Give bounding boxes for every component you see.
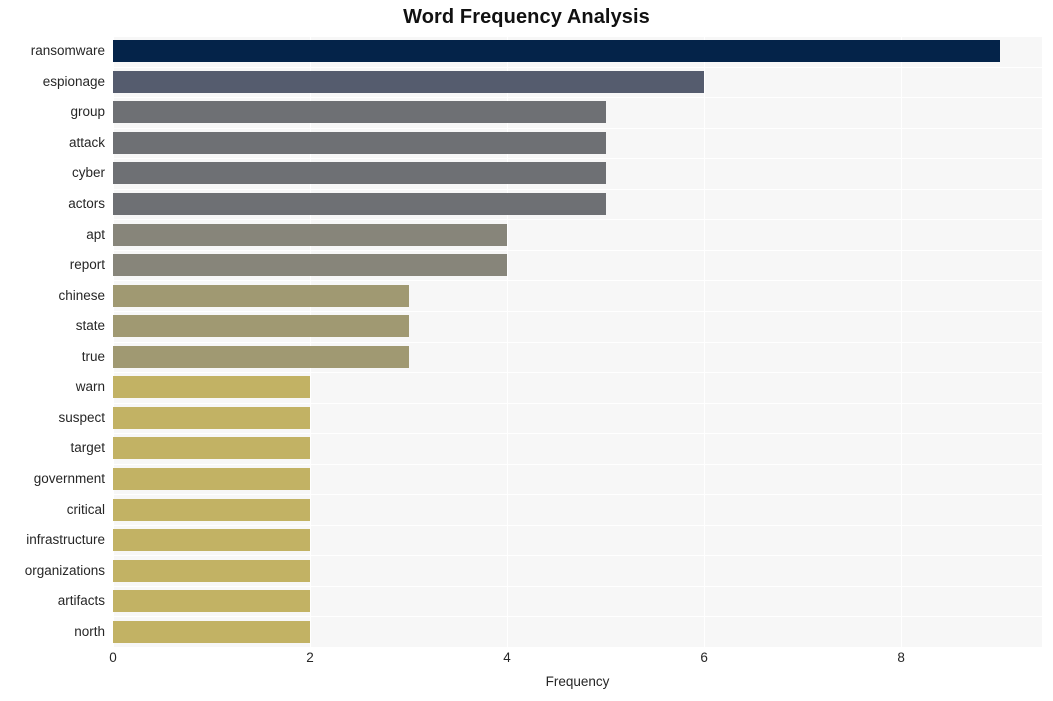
horizontal-gridline bbox=[113, 311, 1042, 312]
horizontal-gridline bbox=[113, 494, 1042, 495]
y-axis-tick-label: artifacts bbox=[57, 593, 105, 608]
horizontal-gridline bbox=[113, 464, 1042, 465]
y-axis-tick-label: organizations bbox=[24, 563, 105, 578]
y-axis-tick-label: critical bbox=[66, 502, 105, 517]
x-axis-tick-label: 6 bbox=[700, 650, 708, 665]
y-axis-tick-label: apt bbox=[86, 227, 105, 242]
y-axis-tick-label: actors bbox=[68, 196, 105, 211]
x-axis-tick-labels: 0 2 4 6 8 bbox=[0, 650, 1053, 674]
y-axis-tick-label: attack bbox=[68, 135, 105, 150]
bar bbox=[113, 560, 311, 582]
y-axis-tick-label: report bbox=[69, 257, 105, 272]
horizontal-gridline bbox=[113, 97, 1042, 98]
horizontal-gridline bbox=[113, 525, 1042, 526]
y-axis-tick-label: state bbox=[75, 318, 105, 333]
x-axis-tick-label: 0 bbox=[109, 650, 117, 665]
y-axis-tick-label: suspect bbox=[58, 410, 105, 425]
bar bbox=[113, 407, 311, 429]
bar bbox=[113, 285, 409, 307]
horizontal-gridline bbox=[113, 586, 1042, 587]
x-axis-tick-label: 2 bbox=[306, 650, 314, 665]
horizontal-gridline bbox=[113, 342, 1042, 343]
horizontal-gridline bbox=[113, 372, 1042, 373]
horizontal-gridline bbox=[113, 36, 1042, 37]
y-axis-tick-labels: ransomware espionage group attack cyber actor… bbox=[0, 36, 105, 647]
bar bbox=[113, 71, 705, 93]
y-axis-tick-label: espionage bbox=[42, 74, 105, 89]
horizontal-gridline bbox=[113, 280, 1042, 281]
y-axis-tick-label: government bbox=[33, 471, 105, 486]
bar bbox=[113, 224, 508, 246]
bar bbox=[113, 376, 311, 398]
horizontal-gridline bbox=[113, 403, 1042, 404]
horizontal-gridline bbox=[113, 189, 1042, 190]
horizontal-gridline bbox=[113, 647, 1042, 648]
horizontal-gridline bbox=[113, 67, 1042, 68]
chart-figure: Word Frequency Analysis ransomware espion… bbox=[0, 0, 1053, 701]
bar bbox=[113, 621, 311, 643]
bar bbox=[113, 468, 311, 490]
bar bbox=[113, 529, 311, 551]
y-axis-tick-label: ransomware bbox=[30, 43, 105, 58]
bar bbox=[113, 40, 1000, 62]
y-axis-tick-label: warn bbox=[75, 379, 105, 394]
bar bbox=[113, 132, 606, 154]
horizontal-gridline bbox=[113, 433, 1042, 434]
bar bbox=[113, 193, 606, 215]
horizontal-gridline bbox=[113, 158, 1042, 159]
bar bbox=[113, 590, 311, 612]
y-axis-tick-label: infrastructure bbox=[26, 532, 105, 547]
bar bbox=[113, 346, 409, 368]
bar bbox=[113, 162, 606, 184]
y-axis-tick-label: group bbox=[70, 104, 105, 119]
bar bbox=[113, 254, 508, 276]
bar bbox=[113, 437, 311, 459]
y-axis-tick-label: true bbox=[81, 349, 105, 364]
horizontal-gridline bbox=[113, 616, 1042, 617]
y-axis-tick-label: cyber bbox=[71, 165, 105, 180]
horizontal-gridline bbox=[113, 128, 1042, 129]
y-axis-tick-label: north bbox=[74, 624, 105, 639]
chart-title: Word Frequency Analysis bbox=[403, 6, 650, 28]
horizontal-gridline bbox=[113, 219, 1042, 220]
bar bbox=[113, 101, 606, 123]
x-axis-title: Frequency bbox=[545, 674, 610, 689]
bar bbox=[113, 315, 409, 337]
x-axis-tick-label: 4 bbox=[503, 650, 511, 665]
y-axis-tick-label: chinese bbox=[58, 288, 105, 303]
horizontal-gridline bbox=[113, 250, 1042, 251]
horizontal-gridline bbox=[113, 555, 1042, 556]
x-axis-tick-label: 8 bbox=[897, 650, 905, 665]
plot-area bbox=[113, 36, 1042, 648]
y-axis-tick-label: target bbox=[70, 440, 105, 455]
bar bbox=[113, 499, 311, 521]
